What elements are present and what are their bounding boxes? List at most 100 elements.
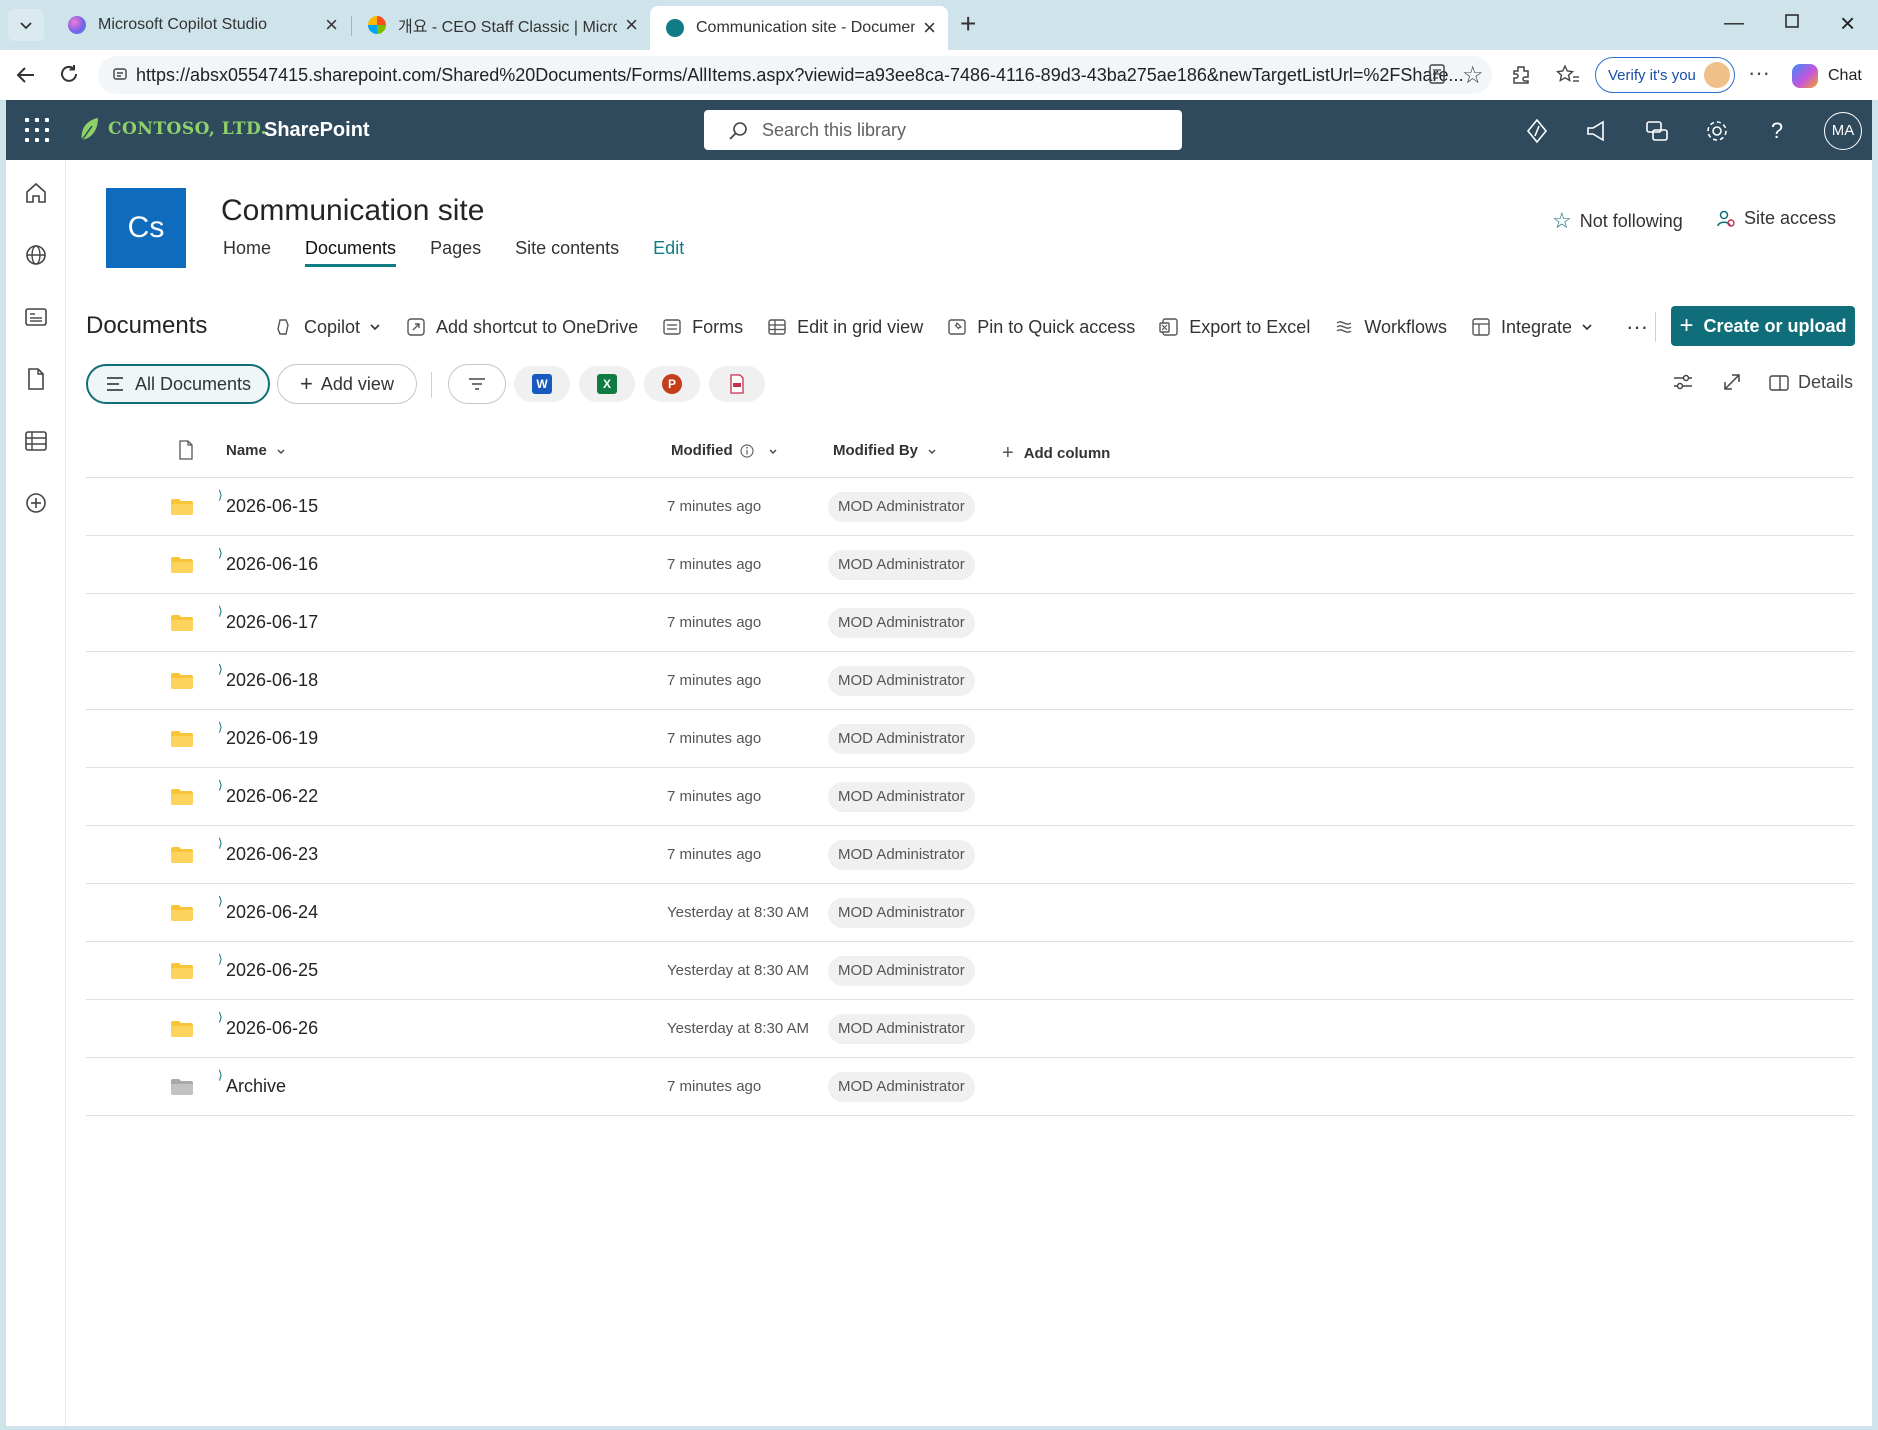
tab-actions-menu-button[interactable] [8,9,44,41]
browser-tab-communication-site[interactable]: Communication site - Documents × [650,6,948,50]
forms-command[interactable]: Forms [662,317,743,338]
favorite-star-icon[interactable]: ☆ [1462,61,1484,90]
home-icon[interactable] [23,180,49,206]
list-item[interactable]: ⟩ 2026-06-16 7 minutes ago MOD Administr… [86,536,1854,594]
site-access-button[interactable]: Site access [1716,208,1836,229]
workflows-command[interactable]: Workflows [1334,317,1447,338]
integrate-command[interactable]: Integrate [1471,317,1594,338]
browser-tab-copilot-studio[interactable]: Microsoft Copilot Studio × [52,6,350,44]
site-title[interactable]: Communication site [221,194,484,228]
site-nav-edit[interactable]: Edit [653,238,684,267]
name-column-header[interactable]: Name [226,442,287,459]
list-item[interactable]: ⟩ 2026-06-23 7 minutes ago MOD Administr… [86,826,1854,884]
organization-logo[interactable]: CONTOSO, LTD. [78,116,267,142]
item-name-link[interactable]: 2026-06-23 [226,844,318,865]
list-item[interactable]: ⟩ 2026-06-22 7 minutes ago MOD Administr… [86,768,1854,826]
site-nav-documents[interactable]: Documents [305,238,397,267]
item-name-link[interactable]: 2026-06-16 [226,554,318,575]
list-item[interactable]: ⟩ 2026-06-15 7 minutes ago MOD Administr… [86,478,1854,536]
item-name-link[interactable]: 2026-06-19 [226,728,318,749]
close-window-button[interactable]: × [1840,8,1855,39]
add-column-button[interactable]: + Add column [1002,442,1110,465]
site-info-icon[interactable] [112,66,128,82]
refresh-button[interactable] [58,63,80,90]
search-library-input[interactable]: Search this library [704,110,1182,150]
more-commands-button[interactable]: ··· [1626,314,1648,340]
list-item[interactable]: ⟩ 2026-06-17 7 minutes ago MOD Administr… [86,594,1854,652]
list-item[interactable]: ⟩ 2026-06-25 Yesterday at 8:30 AM MOD Ad… [86,942,1854,1000]
developer-icon[interactable] [1524,118,1550,144]
back-button[interactable] [14,63,38,92]
help-icon[interactable]: ? [1764,118,1790,144]
url-field[interactable]: https://absx05547415.sharepoint.com/Shar… [98,56,1492,94]
info-icon[interactable] [739,443,755,459]
add-view-button[interactable]: + Add view [277,364,417,404]
item-name-link[interactable]: 2026-06-25 [226,960,318,981]
item-modified-by[interactable]: MOD Administrator [828,492,975,522]
file-type-column-header[interactable] [178,440,194,460]
add-circle-icon[interactable] [23,490,49,516]
reader-view-icon[interactable] [1428,64,1446,90]
item-name-link[interactable]: 2026-06-22 [226,786,318,807]
item-name-link[interactable]: 2026-06-15 [226,496,318,517]
list-item[interactable]: ⟩ 2026-06-19 7 minutes ago MOD Administr… [86,710,1854,768]
browser-tab-ceo-staff[interactable]: 개요 - CEO Staff Classic | Microsoft × [352,6,650,44]
settings-gear-icon[interactable] [1704,118,1730,144]
list-item[interactable]: ⟩ 2026-06-24 Yesterday at 8:30 AM MOD Ad… [86,884,1854,942]
copilot-chat-button[interactable]: Chat [1792,64,1862,88]
globe-icon[interactable] [23,242,49,268]
more-options-icon[interactable]: ··· [1748,60,1770,86]
app-launcher-icon[interactable] [25,118,49,142]
list-item[interactable]: ⟩ 2026-06-18 7 minutes ago MOD Administr… [86,652,1854,710]
item-modified-by[interactable]: MOD Administrator [828,666,975,696]
view-options-button[interactable] [1672,372,1694,392]
filter-button[interactable] [448,364,506,404]
edit-grid-view-command[interactable]: Edit in grid view [767,317,923,338]
close-tab-icon[interactable]: × [923,17,936,39]
pin-quick-access-command[interactable]: Pin to Quick access [947,317,1135,338]
list-item[interactable]: ⟩ 2026-06-26 Yesterday at 8:30 AM MOD Ad… [86,1000,1854,1058]
minimize-window-button[interactable]: — [1724,12,1744,35]
follow-button[interactable]: ☆ Not following [1552,208,1683,234]
document-icon[interactable] [23,366,49,392]
add-shortcut-command[interactable]: Add shortcut to OneDrive [406,317,638,338]
lists-icon[interactable] [23,428,49,454]
user-avatar[interactable]: MA [1824,112,1862,150]
word-filter-button[interactable]: W [514,366,570,402]
powerpoint-filter-button[interactable]: P [644,366,700,402]
maximize-window-button[interactable] [1784,12,1800,35]
item-modified-by[interactable]: MOD Administrator [828,724,975,754]
app-name[interactable]: SharePoint [264,119,370,142]
copilot-command[interactable]: Copilot [274,317,382,338]
list-item[interactable]: ⟩ Archive 7 minutes ago MOD Administrato… [86,1058,1854,1116]
fullscreen-button[interactable] [1722,372,1742,392]
site-nav-home[interactable]: Home [223,238,271,267]
close-tab-icon[interactable]: × [325,14,338,36]
item-modified-by[interactable]: MOD Administrator [828,1072,975,1102]
verify-identity-button[interactable]: Verify it's you [1595,57,1735,93]
close-tab-icon[interactable]: × [625,14,638,36]
item-name-link[interactable]: Archive [226,1076,286,1097]
item-modified-by[interactable]: MOD Administrator [828,898,975,928]
details-pane-button[interactable]: Details [1768,372,1853,393]
feedback-icon[interactable] [1644,118,1670,144]
pdf-filter-button[interactable] [709,366,765,402]
item-name-link[interactable]: 2026-06-24 [226,902,318,923]
modified-column-header[interactable]: Modified [671,442,779,459]
item-name-link[interactable]: 2026-06-17 [226,612,318,633]
excel-filter-button[interactable]: X [579,366,635,402]
site-nav-site-contents[interactable]: Site contents [515,238,619,267]
site-logo[interactable]: Cs [106,188,186,268]
export-excel-command[interactable]: Export to Excel [1159,317,1310,338]
item-modified-by[interactable]: MOD Administrator [828,608,975,638]
modified-by-column-header[interactable]: Modified By [833,442,938,459]
all-documents-view-button[interactable]: All Documents [86,364,270,404]
announcements-icon[interactable] [1584,118,1610,144]
item-modified-by[interactable]: MOD Administrator [828,840,975,870]
item-modified-by[interactable]: MOD Administrator [828,550,975,580]
new-tab-button[interactable]: + [960,10,976,38]
extensions-icon[interactable] [1510,64,1532,92]
create-or-upload-button[interactable]: + Create or upload [1671,306,1855,346]
item-modified-by[interactable]: MOD Administrator [828,1014,975,1044]
item-name-link[interactable]: 2026-06-18 [226,670,318,691]
